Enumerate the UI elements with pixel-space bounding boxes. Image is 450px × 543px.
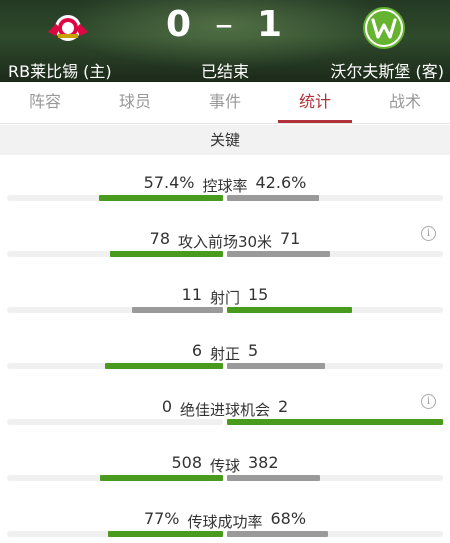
home-bar-track [7, 307, 223, 313]
stat-home-value: 0 [161, 397, 172, 416]
stat-home-value: 11 [181, 285, 202, 304]
stat-label: 传球 [209, 457, 240, 475]
away-team-name: 沃尔夫斯堡 (客) [330, 62, 444, 81]
match-header: 0–1 RB莱比锡 (主) 已结束 沃尔夫斯堡 (客) [0, 0, 450, 82]
away-bar-fill [227, 531, 328, 537]
stat-label: 射门 [209, 289, 240, 307]
home-bar-fill [110, 251, 223, 257]
away-bar-fill [227, 363, 325, 369]
stat-row-passes: 传球 508 382 [0, 445, 450, 501]
stat-home-value: 78 [149, 229, 170, 248]
away-bar-track [227, 531, 443, 537]
stat-row-possession: 控球率 57.4% 42.6% [0, 165, 450, 221]
home-bar-track [7, 475, 223, 481]
away-score: 1 [257, 4, 285, 45]
stat-away-value: 71 [280, 229, 301, 248]
stat-label: 绝佳进球机会 [179, 401, 270, 419]
info-icon[interactable]: i [421, 226, 436, 241]
away-bar-track [227, 475, 443, 481]
away-bar-track [227, 363, 443, 369]
home-bar-fill [108, 531, 223, 537]
home-bar-fill [99, 195, 223, 201]
stat-away-value: 2 [278, 397, 289, 416]
stat-away-value: 15 [248, 285, 269, 304]
away-bar-track [227, 307, 443, 313]
home-bar-fill [132, 307, 223, 313]
home-bar-track [7, 363, 223, 369]
away-bar-fill [227, 307, 352, 313]
info-icon[interactable]: i [421, 394, 436, 409]
home-bar-fill [105, 363, 223, 369]
away-bar-track [227, 419, 443, 425]
tab-events[interactable]: 事件 [180, 82, 270, 123]
stat-away-value: 68% [270, 509, 307, 528]
stat-row-pass-accuracy: 传球成功率 77% 68% [0, 501, 450, 543]
away-bar-fill [227, 419, 443, 425]
stat-row-big-chances: 绝佳进球机会 0 2 i [0, 389, 450, 445]
stat-label: 控球率 [202, 177, 248, 195]
stat-away-value: 5 [248, 341, 259, 360]
away-bar-fill [227, 251, 330, 257]
home-bar-track [7, 531, 223, 537]
stat-home-value: 77% [143, 509, 180, 528]
tab-lineup[interactable]: 阵容 [0, 82, 90, 123]
tab-players[interactable]: 球员 [90, 82, 180, 123]
home-bar-track [7, 251, 223, 257]
stat-away-value: 42.6% [255, 173, 307, 192]
stat-label: 传球成功率 [187, 513, 263, 531]
away-bar-fill [227, 195, 319, 201]
stat-home-value: 508 [171, 453, 202, 472]
stat-home-value: 57.4% [143, 173, 195, 192]
stat-row-shots: 射门 11 15 [0, 277, 450, 333]
away-bar-track [227, 195, 443, 201]
tab-tactics[interactable]: 战术 [360, 82, 450, 123]
stat-row-final-third-entries: 攻入前场30米 78 71 i [0, 221, 450, 277]
home-bar-fill [100, 475, 223, 481]
stat-label: 攻入前场30米 [177, 233, 273, 251]
stat-home-value: 6 [191, 341, 202, 360]
wolfsburg-logo-icon [363, 7, 405, 49]
home-bar-track [7, 419, 223, 425]
score-separator: – [215, 4, 235, 45]
stat-label: 射正 [209, 345, 240, 363]
stat-away-value: 382 [248, 453, 279, 472]
home-score: 0 [165, 4, 193, 45]
away-bar-track [227, 251, 443, 257]
tab-bar: 阵容 球员 事件 统计 战术 [0, 82, 450, 124]
section-title: 关键 [0, 125, 450, 155]
home-bar-track [7, 195, 223, 201]
stat-row-shots-on-target: 射正 6 5 [0, 333, 450, 389]
tab-statistics[interactable]: 统计 [270, 82, 360, 123]
away-bar-fill [227, 475, 320, 481]
